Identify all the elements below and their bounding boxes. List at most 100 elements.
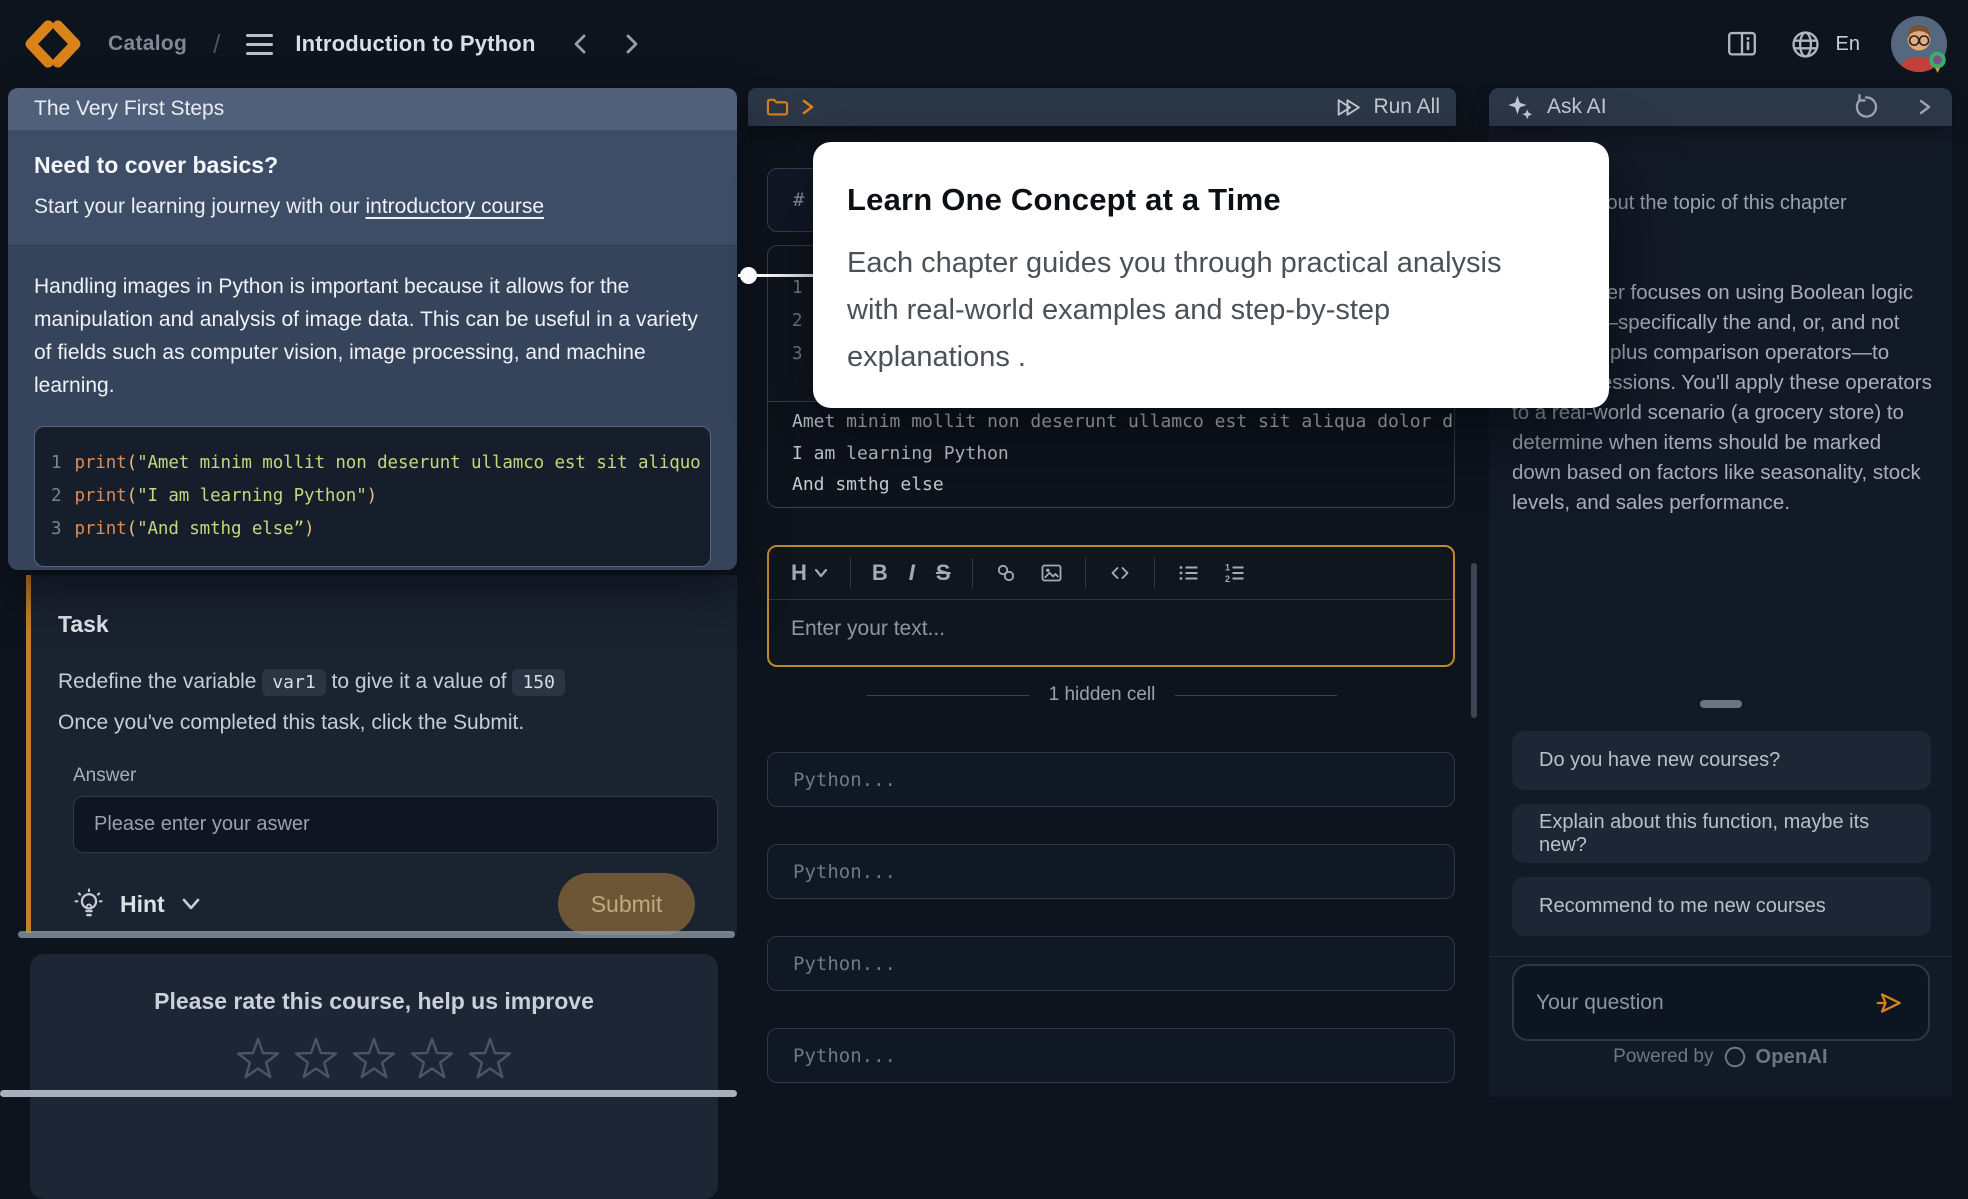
navbar-left: Catalog / Introduction to Python — [16, 17, 670, 71]
line-number: 1 — [792, 278, 802, 298]
toolbar-divider — [850, 558, 851, 588]
python-cell-list: Python... Python... Python... Python... — [767, 752, 1455, 1120]
lesson-code-block: 1print("Amet minim mollit non deserunt u… — [34, 426, 711, 567]
hidden-cell-divider[interactable]: 1 hidden cell — [748, 684, 1456, 706]
expand-chevron-icon[interactable] — [799, 95, 817, 119]
tooltip-body: Each chapter guides you through practica… — [847, 240, 1539, 381]
italic-button[interactable]: I — [909, 560, 915, 586]
reset-chat-icon[interactable] — [1852, 93, 1880, 121]
divider-line — [867, 695, 1029, 696]
question-placeholder: Your question — [1536, 991, 1664, 1015]
star-3[interactable] — [350, 1035, 398, 1083]
line-number: 3 — [51, 519, 61, 539]
strikethrough-button[interactable]: S — [936, 560, 951, 586]
chevron-down-icon — [813, 567, 829, 579]
run-all-label: Run All — [1373, 95, 1440, 119]
question-input[interactable]: Your question — [1512, 964, 1930, 1041]
answer-input[interactable]: Please enter your aswer — [73, 796, 718, 853]
editor-input[interactable]: Enter your text... — [769, 600, 1453, 658]
star-2[interactable] — [292, 1035, 340, 1083]
navbar-right: En — [1725, 15, 1948, 73]
first-steps-panel: The Very First Steps Need to cover basic… — [8, 88, 737, 570]
course-title: Introduction to Python — [295, 31, 535, 57]
onboarding-tooltip: Learn One Concept at a Time Each chapter… — [813, 142, 1609, 408]
task-instruction: Once you've completed this task, click t… — [58, 711, 524, 734]
paren-token: ( — [127, 453, 137, 473]
summary-line: determine when items should be marked — [1512, 428, 1932, 458]
python-cell[interactable]: Python... — [767, 1028, 1455, 1083]
collapse-panel-icon[interactable] — [1916, 95, 1934, 119]
basics-heading: Need to cover basics? — [34, 152, 711, 179]
vertical-scrollbar[interactable] — [1471, 563, 1477, 718]
hint-toggle[interactable]: Hint — [73, 887, 202, 921]
chevron-down-icon — [180, 896, 202, 912]
task-text-part: to give it a value of — [326, 670, 513, 693]
divider-line — [1175, 695, 1337, 696]
cell-output: Amet minim mollit non deserunt ullamco e… — [768, 401, 1454, 505]
line-number: 1 — [51, 453, 61, 473]
drag-handle[interactable] — [1700, 700, 1742, 708]
keyword-token: print — [74, 519, 126, 539]
string-token: "Amet minim mollit non deserunt ullamco … — [137, 453, 701, 473]
prev-chapter-icon[interactable] — [570, 32, 592, 56]
toolbar-divider — [1154, 558, 1155, 588]
keyword-token: print — [74, 486, 126, 506]
image-icon[interactable] — [1039, 561, 1064, 585]
star-1[interactable] — [234, 1035, 282, 1083]
run-all-icon — [1334, 94, 1363, 121]
string-token: "I am learning Python" — [137, 486, 367, 506]
run-all-button[interactable]: Run All — [1334, 94, 1440, 121]
suggestion-chip[interactable]: Recommend to me new courses — [1512, 877, 1931, 936]
powered-brand: OpenAI — [1756, 1046, 1828, 1069]
breadcrumb-catalog[interactable]: Catalog — [108, 32, 187, 56]
suggested-questions: Do you have new courses? Explain about th… — [1512, 731, 1931, 950]
numbered-list-icon[interactable]: 1 2 — [1222, 561, 1247, 585]
code-line: 1print("Amet minim mollit non deserunt u… — [51, 447, 694, 480]
globe-language-icon[interactable] — [1789, 28, 1822, 61]
answer-placeholder: Please enter your aswer — [94, 813, 310, 836]
bullet-list-icon[interactable] — [1176, 561, 1201, 585]
lightbulb-icon — [73, 887, 105, 921]
line-number: 2 — [51, 486, 61, 506]
ask-ai-title: Ask AI — [1547, 95, 1607, 119]
next-chapter-icon[interactable] — [620, 32, 642, 56]
star-5[interactable] — [466, 1035, 514, 1083]
glossary-book-icon[interactable] — [1725, 29, 1759, 59]
python-cell[interactable]: Python... — [767, 844, 1455, 899]
bold-button[interactable]: B — [872, 560, 888, 586]
code-icon[interactable] — [1107, 561, 1133, 585]
horizontal-scrollbar[interactable] — [18, 931, 735, 938]
rich-text-editor: H B I S — [767, 545, 1455, 667]
page-horizontal-scrollbar[interactable] — [0, 1090, 737, 1097]
star-4[interactable] — [408, 1035, 456, 1083]
rate-course-title: Please rate this course, help us improve — [30, 988, 718, 1015]
paren-token: ) — [304, 519, 314, 539]
rate-course-card: Please rate this course, help us improve — [30, 954, 718, 1199]
first-steps-title: The Very First Steps — [34, 97, 224, 121]
tooltip-title: Learn One Concept at a Time — [847, 182, 1575, 218]
submit-button[interactable]: Submit — [558, 873, 695, 935]
suggestion-chip[interactable]: Do you have new courses? — [1512, 731, 1931, 790]
brand-logo-icon[interactable] — [22, 17, 84, 71]
link-icon[interactable] — [994, 561, 1018, 585]
task-footer: Hint Submit — [58, 873, 697, 935]
folder-icon[interactable] — [764, 94, 791, 121]
python-cell[interactable]: Python... — [767, 752, 1455, 807]
suggestion-chip[interactable]: Explain about this function, maybe its n… — [1512, 804, 1931, 863]
svg-text:1: 1 — [1225, 563, 1230, 573]
toolbar-divider — [1085, 558, 1086, 588]
markdown-hash: # — [793, 189, 804, 211]
language-label[interactable]: En — [1836, 33, 1860, 56]
lesson-column: The Very First Steps Need to cover basic… — [8, 88, 737, 1097]
user-avatar[interactable] — [1890, 15, 1948, 73]
answer-label: Answer — [58, 765, 697, 787]
line-number: 2 — [792, 311, 802, 331]
introductory-course-link[interactable]: introductory course — [366, 195, 545, 218]
python-cell[interactable]: Python... — [767, 936, 1455, 991]
powered-prefix: Powered by — [1613, 1046, 1713, 1068]
heading-dropdown[interactable]: H — [791, 560, 829, 586]
send-icon[interactable] — [1872, 988, 1906, 1018]
keyword-token: print — [74, 453, 126, 473]
lesson-body: Handling images in Python is important b… — [8, 246, 737, 567]
chapters-menu-icon[interactable] — [246, 34, 273, 55]
